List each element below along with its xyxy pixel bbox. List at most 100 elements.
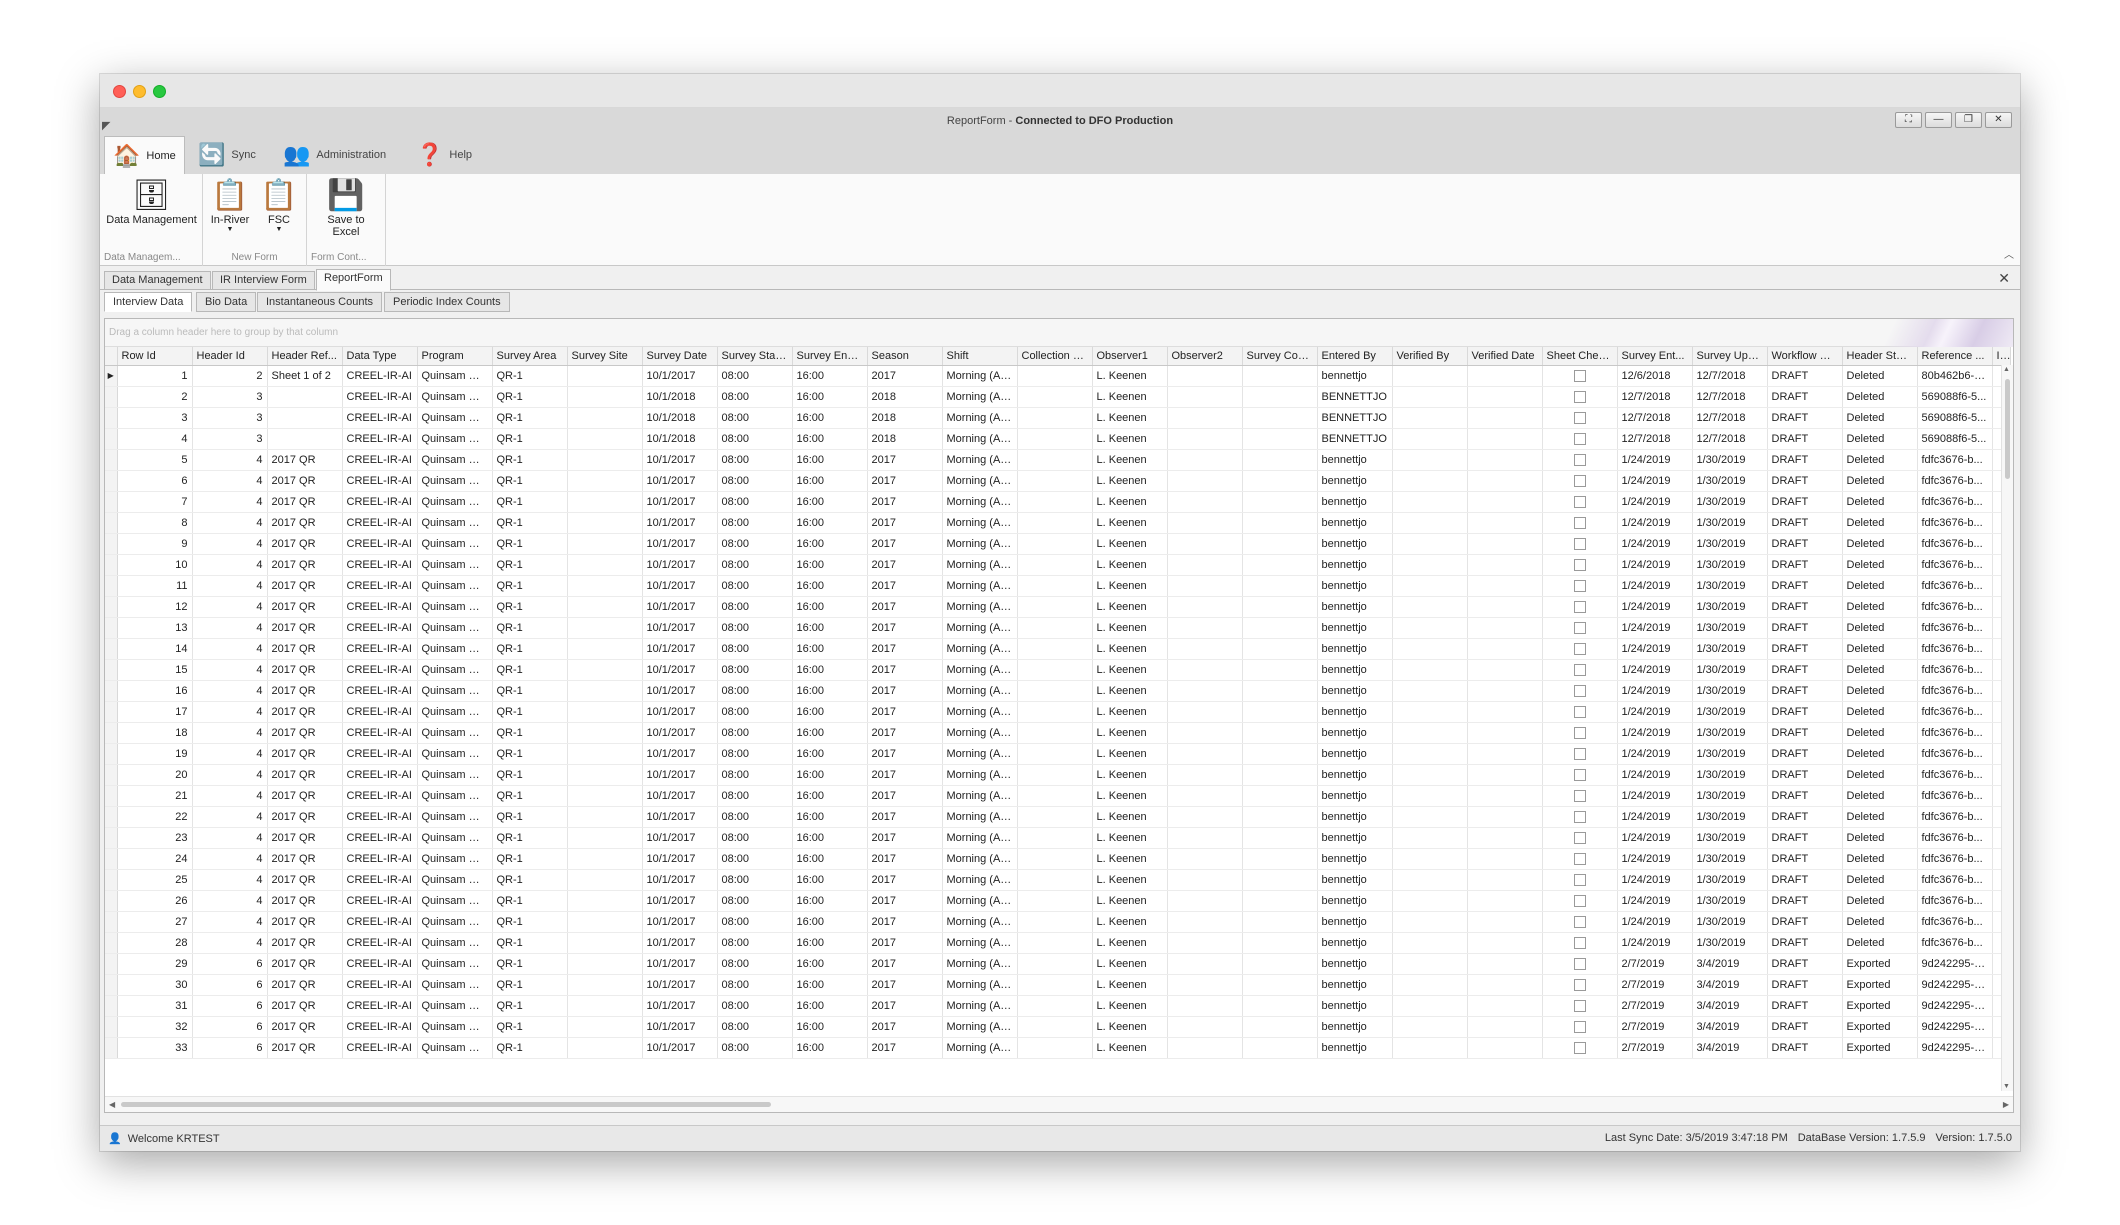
table-row[interactable]: 17 4 2017 QR CREEL-IR-AI Quinsam Ri... QR-1 10… <box>105 701 2011 723</box>
grid-cell[interactable] <box>1167 512 1243 534</box>
grid-cell[interactable] <box>1467 554 1543 576</box>
grid-cell[interactable]: Morning (AM) <box>942 512 1018 534</box>
grid-cell[interactable]: L. Keenen <box>1092 911 1168 933</box>
grid-cell[interactable]: 10/1/2017 <box>642 554 718 576</box>
in-river-button[interactable]: 📋 In-River ▼ <box>205 178 255 234</box>
grid-cell[interactable] <box>1017 785 1093 807</box>
sheet-checked-checkbox[interactable] <box>1573 831 1586 844</box>
grid-cell[interactable]: 4 <box>192 659 268 681</box>
row-indicator[interactable] <box>105 995 118 1017</box>
grid-cell[interactable]: 10/1/2017 <box>642 449 718 471</box>
grid-cell[interactable]: Quinsam Ri... <box>417 953 493 975</box>
grid-cell[interactable]: DRAFT <box>1767 764 1843 786</box>
grid-cell[interactable]: bennettjo <box>1317 785 1393 807</box>
grid-cell[interactable]: Morning (AM) <box>942 932 1018 954</box>
grid-cell[interactable]: 2017 QR <box>267 722 343 744</box>
grid-cell[interactable]: 10/1/2017 <box>642 596 718 618</box>
grid-cell[interactable]: bennettjo <box>1317 827 1393 849</box>
grid-cell[interactable]: CREEL-IR-AI <box>342 869 418 891</box>
grid-cell[interactable] <box>1467 701 1543 723</box>
grid-cell[interactable]: 1/30/2019 <box>1692 827 1768 849</box>
grid-cell[interactable]: Deleted <box>1842 827 1918 849</box>
grid-cell[interactable] <box>1017 995 1093 1017</box>
grid-cell[interactable]: 16:00 <box>792 491 868 513</box>
grid-cell[interactable]: Morning (AM) <box>942 827 1018 849</box>
grid-cell[interactable]: CREEL-IR-AI <box>342 617 418 639</box>
doc-tab-data-management[interactable]: Data Management <box>104 271 211 290</box>
grid-cell[interactable] <box>1467 449 1543 471</box>
grid-cell[interactable]: 18 <box>117 722 193 744</box>
grid-cell[interactable]: 8 <box>117 512 193 534</box>
grid-cell[interactable] <box>1167 428 1243 450</box>
row-indicator[interactable] <box>105 932 118 954</box>
grid-cell[interactable]: DRAFT <box>1767 470 1843 492</box>
grid-cell[interactable]: fdfc3676-b... <box>1917 659 1993 681</box>
grid-cell[interactable]: bennettjo <box>1317 596 1393 618</box>
grid-cell[interactable]: 1/30/2019 <box>1692 659 1768 681</box>
grid-cell[interactable] <box>1392 680 1468 702</box>
grid-cell[interactable]: 2017 <box>867 848 943 870</box>
grid-cell[interactable]: 16:00 <box>792 806 868 828</box>
sheet-checked-checkbox[interactable] <box>1573 558 1586 571</box>
grid-cell[interactable]: 08:00 <box>717 911 793 933</box>
grid-cell[interactable]: 31 <box>117 995 193 1017</box>
grid-cell[interactable]: bennettjo <box>1317 491 1393 513</box>
grid-cell[interactable] <box>567 449 643 471</box>
grid-cell[interactable]: 1/30/2019 <box>1692 722 1768 744</box>
grid-cell[interactable]: bennettjo <box>1317 638 1393 660</box>
grid-cell[interactable]: Deleted <box>1842 617 1918 639</box>
grid-cell[interactable]: Morning (AM) <box>942 659 1018 681</box>
grid-cell[interactable]: Quinsam Ri... <box>417 764 493 786</box>
sheet-checked-checkbox[interactable] <box>1573 747 1586 760</box>
row-indicator[interactable] <box>105 428 118 450</box>
grid-cell[interactable]: 4 <box>192 470 268 492</box>
column-header[interactable]: Reference ... <box>1917 347 1993 366</box>
grid-cell[interactable]: 2018 <box>867 407 943 429</box>
sheet-checked-checkbox[interactable] <box>1573 411 1586 424</box>
grid-cell[interactable] <box>567 848 643 870</box>
grid-cell[interactable] <box>1392 365 1468 387</box>
table-row[interactable]: 6 4 2017 QR CREEL-IR-AI Quinsam Ri... QR-1 10/… <box>105 470 2011 492</box>
grid-cell[interactable]: Quinsam Ri... <box>417 701 493 723</box>
grid-cell[interactable] <box>1167 533 1243 555</box>
grid-cell[interactable]: QR-1 <box>492 869 568 891</box>
scroll-left-icon[interactable]: ◀ <box>109 1100 115 1109</box>
grid-cell[interactable]: L. Keenen <box>1092 491 1168 513</box>
grid-cell[interactable]: 10/1/2017 <box>642 785 718 807</box>
grid-cell[interactable]: Morning (AM) <box>942 1016 1018 1038</box>
grid-cell[interactable]: 10/1/2017 <box>642 974 718 996</box>
grid-cell[interactable]: 2017 <box>867 722 943 744</box>
grid-cell[interactable] <box>1467 953 1543 975</box>
grid-cell[interactable]: DRAFT <box>1767 995 1843 1017</box>
grid-cell[interactable]: 4 <box>192 911 268 933</box>
table-row[interactable]: 22 4 2017 QR CREEL-IR-AI Quinsam Ri... QR-1 10… <box>105 806 2011 828</box>
grid-cell[interactable]: 08:00 <box>717 512 793 534</box>
grid-cell[interactable] <box>1242 554 1318 576</box>
table-row[interactable]: 11 4 2017 QR CREEL-IR-AI Quinsam Ri... QR-1 10… <box>105 575 2011 597</box>
grid-cell[interactable]: L. Keenen <box>1092 575 1168 597</box>
grid-cell[interactable] <box>567 533 643 555</box>
grid-cell[interactable]: 4 <box>192 785 268 807</box>
grid-cell[interactable]: QR-1 <box>492 701 568 723</box>
grid-cell[interactable]: 08:00 <box>717 575 793 597</box>
grid-cell[interactable]: 2017 <box>867 512 943 534</box>
grid-cell[interactable]: bennettjo <box>1317 1037 1393 1059</box>
grid-cell[interactable]: Quinsam Ri... <box>417 827 493 849</box>
grid-cell[interactable] <box>1167 932 1243 954</box>
grid-cell[interactable]: bennettjo <box>1317 911 1393 933</box>
grid-cell[interactable] <box>1392 806 1468 828</box>
grid-cell[interactable] <box>567 596 643 618</box>
grid-cell[interactable]: Morning (AM) <box>942 848 1018 870</box>
grid-cell[interactable]: 6 <box>192 974 268 996</box>
grid-cell[interactable] <box>1392 386 1468 408</box>
minimize-button[interactable]: — <box>1925 112 1952 128</box>
grid-cell[interactable]: Deleted <box>1842 512 1918 534</box>
grid-cell[interactable]: 08:00 <box>717 407 793 429</box>
grid-cell[interactable]: CREEL-IR-AI <box>342 974 418 996</box>
grid-cell[interactable]: 2/7/2019 <box>1617 995 1693 1017</box>
grid-cell[interactable]: L. Keenen <box>1092 533 1168 555</box>
grid-cell[interactable]: 9d242295-d... <box>1917 1016 1993 1038</box>
grid-cell[interactable] <box>1467 407 1543 429</box>
grid-cell[interactable] <box>1242 680 1318 702</box>
grid-cell[interactable]: 1/30/2019 <box>1692 533 1768 555</box>
